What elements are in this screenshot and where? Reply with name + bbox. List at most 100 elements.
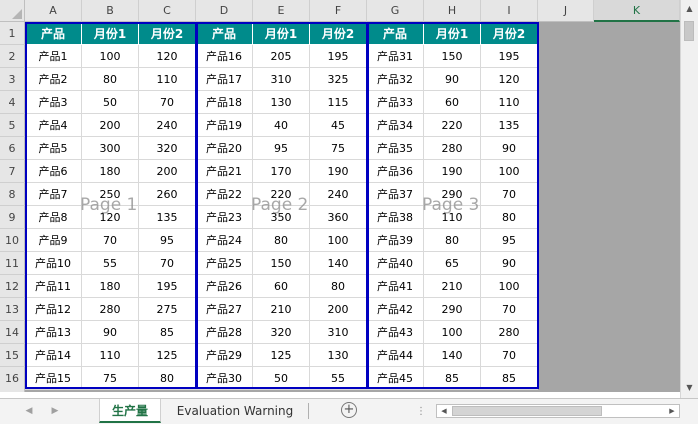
table-cell[interactable]: 150	[424, 45, 481, 68]
table-cell[interactable]: 290	[424, 183, 481, 206]
sheet-tab-evaluation-warning[interactable]: Evaluation Warning	[165, 399, 305, 423]
table-cell[interactable]: 210	[424, 275, 481, 298]
table-cell[interactable]: 115	[310, 91, 367, 114]
table-cell[interactable]: 产品36	[367, 160, 424, 183]
table-cell[interactable]: 产品22	[196, 183, 253, 206]
table-cell[interactable]: 325	[310, 68, 367, 91]
table-cell[interactable]: 产品33	[367, 91, 424, 114]
plus-circle-icon[interactable]: +	[341, 402, 357, 418]
table-cell[interactable]: 产品5	[25, 137, 82, 160]
table-cell[interactable]: 205	[253, 45, 310, 68]
table-cell[interactable]: 80	[253, 229, 310, 252]
caret-right-icon[interactable]: ▶	[666, 405, 678, 417]
column-header-f[interactable]: F	[310, 0, 367, 22]
table-cell[interactable]: 产品14	[25, 344, 82, 367]
row-header-4[interactable]: 4	[0, 91, 25, 114]
table-cell[interactable]: 280	[82, 298, 139, 321]
table-cell[interactable]: 产品44	[367, 344, 424, 367]
sheet-tab-production[interactable]: 生产量	[99, 399, 161, 423]
table-cell[interactable]: 135	[139, 206, 196, 229]
table-cell[interactable]: 产品10	[25, 252, 82, 275]
table-cell[interactable]: 产品40	[367, 252, 424, 275]
table-cell[interactable]: 360	[310, 206, 367, 229]
table-cell[interactable]: 310	[310, 321, 367, 344]
table-cell[interactable]: 80	[481, 206, 538, 229]
table-cell[interactable]: 产品23	[196, 206, 253, 229]
column-header-j[interactable]: J	[538, 0, 594, 22]
chevron-left-icon[interactable]: ◀	[22, 404, 36, 418]
table-cell[interactable]: 产品20	[196, 137, 253, 160]
table-cell[interactable]: 300	[82, 137, 139, 160]
caret-left-icon[interactable]: ◀	[438, 405, 450, 417]
table-cell[interactable]: 50	[82, 91, 139, 114]
table-cell[interactable]: 70	[481, 183, 538, 206]
table-cell[interactable]: 产品31	[367, 45, 424, 68]
header-cell[interactable]: 产品	[196, 22, 253, 45]
table-cell[interactable]: 产品24	[196, 229, 253, 252]
row-header-16[interactable]: 16	[0, 367, 25, 390]
table-cell[interactable]: 产品29	[196, 344, 253, 367]
column-header-i[interactable]: I	[481, 0, 538, 22]
table-cell[interactable]: 195	[481, 45, 538, 68]
table-cell[interactable]: 产品1	[25, 45, 82, 68]
table-cell[interactable]: 100	[82, 45, 139, 68]
table-cell[interactable]: 产品32	[367, 68, 424, 91]
table-cell[interactable]: 产品12	[25, 298, 82, 321]
vertical-scrollbar[interactable]: ▲ ▼	[680, 0, 698, 398]
row-header-14[interactable]: 14	[0, 321, 25, 344]
table-cell[interactable]: 95	[481, 229, 538, 252]
table-cell[interactable]: 110	[82, 344, 139, 367]
table-cell[interactable]: 220	[424, 114, 481, 137]
table-cell[interactable]: 125	[253, 344, 310, 367]
scroll-up-icon[interactable]: ▲	[683, 2, 696, 15]
table-cell[interactable]: 120	[139, 45, 196, 68]
tab-split-handle[interactable]: ⋮	[416, 406, 426, 417]
table-cell[interactable]: 350	[253, 206, 310, 229]
table-cell[interactable]: 70	[139, 91, 196, 114]
table-cell[interactable]: 70	[82, 229, 139, 252]
table-cell[interactable]: 产品3	[25, 91, 82, 114]
table-cell[interactable]: 90	[424, 68, 481, 91]
table-cell[interactable]: 280	[424, 137, 481, 160]
table-cell[interactable]: 195	[139, 275, 196, 298]
table-cell[interactable]: 产品6	[25, 160, 82, 183]
table-cell[interactable]: 产品41	[367, 275, 424, 298]
table-cell[interactable]: 320	[139, 137, 196, 160]
table-cell[interactable]: 100	[481, 275, 538, 298]
table-cell[interactable]: 190	[424, 160, 481, 183]
table-cell[interactable]: 195	[310, 45, 367, 68]
row-header-2[interactable]: 2	[0, 45, 25, 68]
table-cell[interactable]: 55	[82, 252, 139, 275]
table-cell[interactable]: 75	[310, 137, 367, 160]
horizontal-scrollbar[interactable]: ◀ ▶	[436, 404, 680, 418]
table-cell[interactable]: 240	[139, 114, 196, 137]
column-header-a[interactable]: A	[25, 0, 82, 22]
row-header-5[interactable]: 5	[0, 114, 25, 137]
table-cell[interactable]: 产品2	[25, 68, 82, 91]
row-header-8[interactable]: 8	[0, 183, 25, 206]
select-all-corner[interactable]	[0, 0, 25, 22]
table-cell[interactable]: 85	[139, 321, 196, 344]
table-cell[interactable]: 产品34	[367, 114, 424, 137]
table-cell[interactable]: 280	[481, 321, 538, 344]
table-cell[interactable]: 130	[310, 344, 367, 367]
table-cell[interactable]: 产品11	[25, 275, 82, 298]
horizontal-scroll-thumb[interactable]	[452, 406, 602, 416]
table-cell[interactable]: 190	[310, 160, 367, 183]
table-cell[interactable]: 95	[253, 137, 310, 160]
table-cell[interactable]: 150	[253, 252, 310, 275]
row-header-13[interactable]: 13	[0, 298, 25, 321]
table-cell[interactable]: 100	[310, 229, 367, 252]
table-cell[interactable]: 200	[310, 298, 367, 321]
row-header-11[interactable]: 11	[0, 252, 25, 275]
table-cell[interactable]: 产品45	[367, 367, 424, 390]
table-cell[interactable]: 85	[424, 367, 481, 390]
table-cell[interactable]: 60	[253, 275, 310, 298]
table-cell[interactable]: 产品21	[196, 160, 253, 183]
table-cell[interactable]: 产品16	[196, 45, 253, 68]
table-cell[interactable]: 产品7	[25, 183, 82, 206]
table-cell[interactable]: 275	[139, 298, 196, 321]
header-cell[interactable]: 月份1	[82, 22, 139, 45]
row-header-10[interactable]: 10	[0, 229, 25, 252]
header-cell[interactable]: 月份2	[139, 22, 196, 45]
